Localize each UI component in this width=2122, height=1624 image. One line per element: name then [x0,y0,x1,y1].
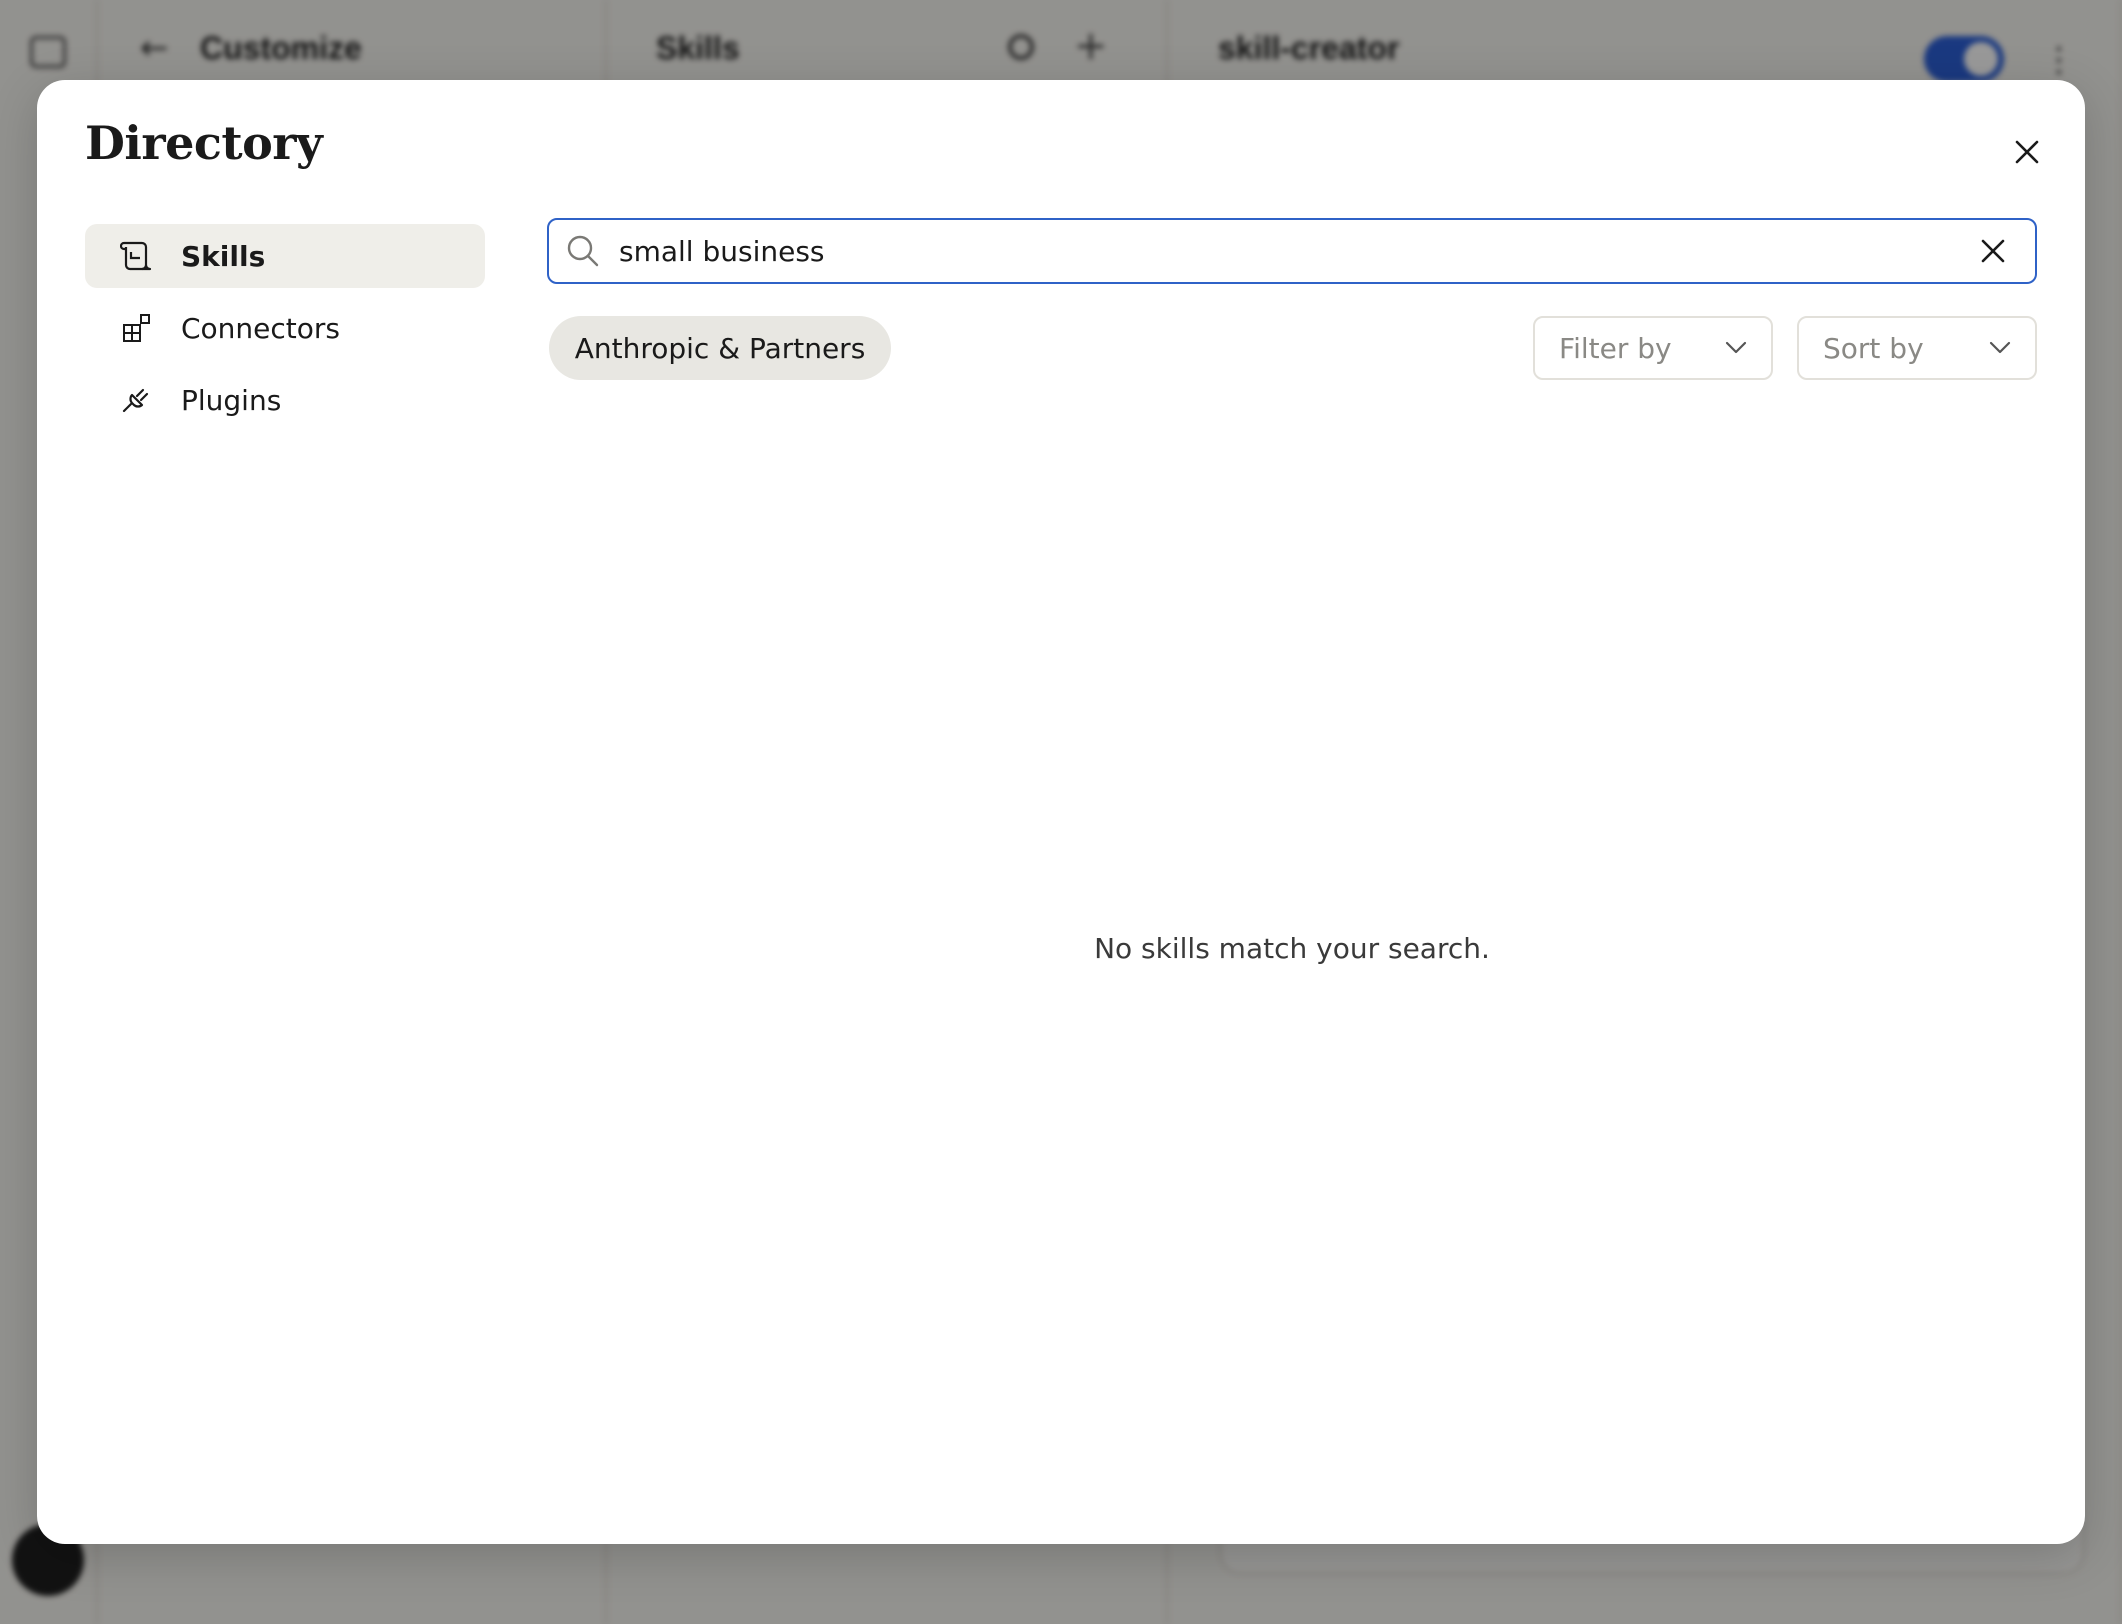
nav-item-connectors[interactable]: Connectors [85,296,485,360]
nav-label-skills: Skills [181,239,266,273]
close-button[interactable] [1997,122,2057,182]
sort-by-dropdown[interactable]: Sort by [1797,316,2037,380]
directory-nav: Skills Connectors Plugins [85,224,485,440]
close-icon [2015,140,2039,164]
clear-search-button[interactable] [1969,227,2017,275]
search-icon [565,232,603,270]
nav-item-plugins[interactable]: Plugins [85,368,485,432]
nav-label-plugins: Plugins [181,383,282,417]
plug-icon [119,382,155,418]
filter-by-dropdown[interactable]: Filter by [1533,316,1773,380]
empty-state-message: No skills match your search. [1094,932,1490,965]
directory-modal: Directory Skills Connectors Plugins smal… [37,80,2085,1544]
chevron-down-icon [1725,341,1747,354]
modal-title: Directory [85,116,323,170]
clear-icon [1981,239,2005,263]
search-box [547,218,2037,284]
source-filter-chip[interactable]: Anthropic & Partners [549,316,891,380]
grid-plus-icon [119,310,155,346]
nav-label-connectors: Connectors [181,311,341,345]
filter-by-label: Filter by [1559,331,1672,365]
search-input[interactable] [617,233,1969,269]
nav-item-skills[interactable]: Skills [85,224,485,288]
chevron-down-icon [1989,341,2011,354]
scroll-icon [119,238,155,274]
sort-by-label: Sort by [1823,331,1924,365]
